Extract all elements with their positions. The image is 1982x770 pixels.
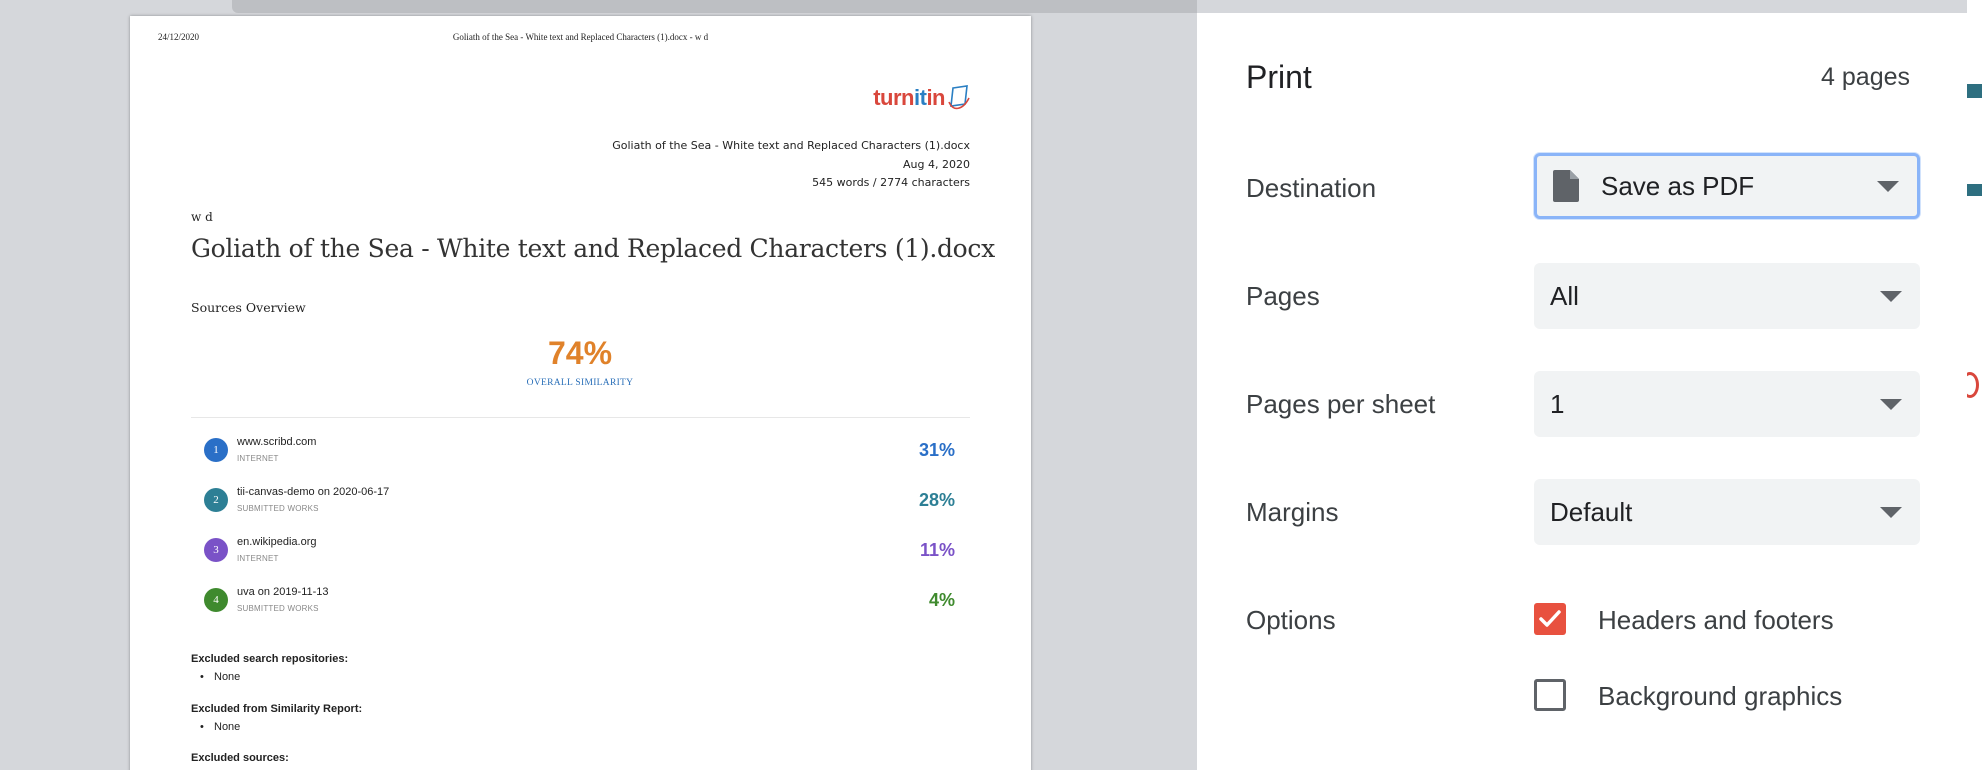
page-count: 4 pages — [1821, 63, 1910, 91]
sources-overview-heading: Sources Overview — [191, 300, 306, 315]
chevron-down-icon — [1880, 399, 1902, 410]
logo-part3: in — [926, 85, 945, 110]
document-meta: Goliath of the Sea - White text and Repl… — [612, 137, 970, 193]
source-percentage: 28% — [918, 490, 955, 510]
options-label: Options — [1246, 605, 1336, 635]
source-name: tii-canvas-demo on 2020-06-17 — [237, 486, 390, 498]
source-row: 4 uva on 2019-11-13 SUBMITTED WORKS 4% — [204, 576, 955, 626]
pages-per-sheet-value: 1 — [1550, 388, 1565, 419]
source-name: www.scribd.com — [237, 436, 317, 448]
excluded-similarity-label: Excluded from Similarity Report: — [191, 703, 363, 715]
margins-value: Default — [1550, 496, 1633, 527]
edge-bar — [1967, 184, 1982, 196]
source-name: en.wikipedia.org — [237, 536, 317, 548]
destination-label: Destination — [1246, 173, 1377, 203]
logo-part1: turn — [873, 85, 914, 110]
pages-value: All — [1550, 280, 1579, 311]
source-type: SUBMITTED WORKS — [237, 604, 319, 613]
pages-per-sheet-label: Pages per sheet — [1246, 389, 1436, 419]
chevron-down-icon — [1880, 507, 1902, 518]
source-type: SUBMITTED WORKS — [237, 504, 319, 513]
source-number-badge: 3 — [204, 538, 228, 562]
pages-label: Pages — [1246, 281, 1320, 311]
checkmark-icon — [1539, 610, 1561, 627]
chevron-down-icon — [1877, 181, 1899, 192]
headers-footers-checkbox[interactable] — [1534, 603, 1566, 635]
source-number-badge: 2 — [204, 488, 228, 512]
edge-red-mark — [1967, 372, 1979, 398]
meta-counts: 545 words / 2774 characters — [812, 176, 970, 189]
destination-select[interactable]: Save as PDF — [1534, 153, 1920, 219]
source-percentage: 31% — [918, 440, 955, 460]
print-title: Print — [1246, 59, 1312, 95]
print-settings-panel: Print 4 pages Destination Save as PDF Pa… — [1197, 13, 1967, 770]
source-type: INTERNET — [237, 554, 279, 563]
meta-filename: Goliath of the Sea - White text and Repl… — [612, 139, 970, 152]
headers-footers-label[interactable]: Headers and footers — [1598, 605, 1834, 636]
meta-date: Aug 4, 2020 — [903, 157, 970, 171]
source-percentage: 4% — [928, 590, 955, 610]
turnitin-mark-icon — [948, 85, 970, 110]
margins-select[interactable]: Default — [1534, 479, 1920, 545]
page-header-title: Goliath of the Sea - White text and Repl… — [452, 32, 709, 42]
source-number-badge: 4 — [204, 588, 228, 612]
excluded-search-repos-label: Excluded search repositories: — [191, 653, 349, 665]
sources-list: 1 www.scribd.com INTERNET 31% 2 tii-canv… — [204, 426, 955, 626]
logo-part2: it — [913, 85, 927, 110]
overall-similarity: 74% OVERALL SIMILARITY — [191, 334, 969, 388]
source-number-badge: 1 — [204, 438, 228, 462]
excluded-similarity-value: None — [200, 721, 240, 733]
source-type: INTERNET — [237, 454, 279, 463]
destination-value: Save as PDF — [1601, 170, 1755, 201]
overall-similarity-label: OVERALL SIMILARITY — [526, 378, 634, 388]
background-graphics-label[interactable]: Background graphics — [1598, 681, 1842, 712]
document-author: w d — [191, 210, 213, 224]
excluded-search-repos-value: None — [200, 671, 240, 683]
print-preview-area: 24/12/2020 Goliath of the Sea - White te… — [0, 0, 1197, 770]
background-window-strip — [232, 0, 1197, 13]
excluded-sources-label: Excluded sources: — [191, 752, 289, 764]
pages-per-sheet-select[interactable]: 1 — [1534, 371, 1920, 437]
document-title: Goliath of the Sea - White text and Repl… — [191, 234, 995, 263]
source-row: 3 en.wikipedia.org INTERNET 11% — [204, 526, 955, 576]
background-window-edge — [1967, 0, 1982, 770]
divider — [191, 417, 970, 418]
document-icon — [1553, 170, 1579, 202]
preview-page: 24/12/2020 Goliath of the Sea - White te… — [130, 16, 1031, 770]
margins-label: Margins — [1246, 497, 1339, 527]
overall-similarity-value: 74% — [547, 335, 613, 371]
background-graphics-checkbox[interactable] — [1534, 679, 1566, 711]
source-row: 2 tii-canvas-demo on 2020-06-17 SUBMITTE… — [204, 476, 955, 526]
source-name: uva on 2019-11-13 — [237, 586, 329, 598]
turnitin-logo: turnitin — [873, 84, 971, 112]
chevron-down-icon — [1880, 291, 1902, 302]
logo-text: turnitin — [873, 85, 945, 111]
pages-select[interactable]: All — [1534, 263, 1920, 329]
source-row: 1 www.scribd.com INTERNET 31% — [204, 426, 955, 476]
source-percentage: 11% — [919, 540, 955, 560]
edge-bar — [1967, 84, 1982, 98]
